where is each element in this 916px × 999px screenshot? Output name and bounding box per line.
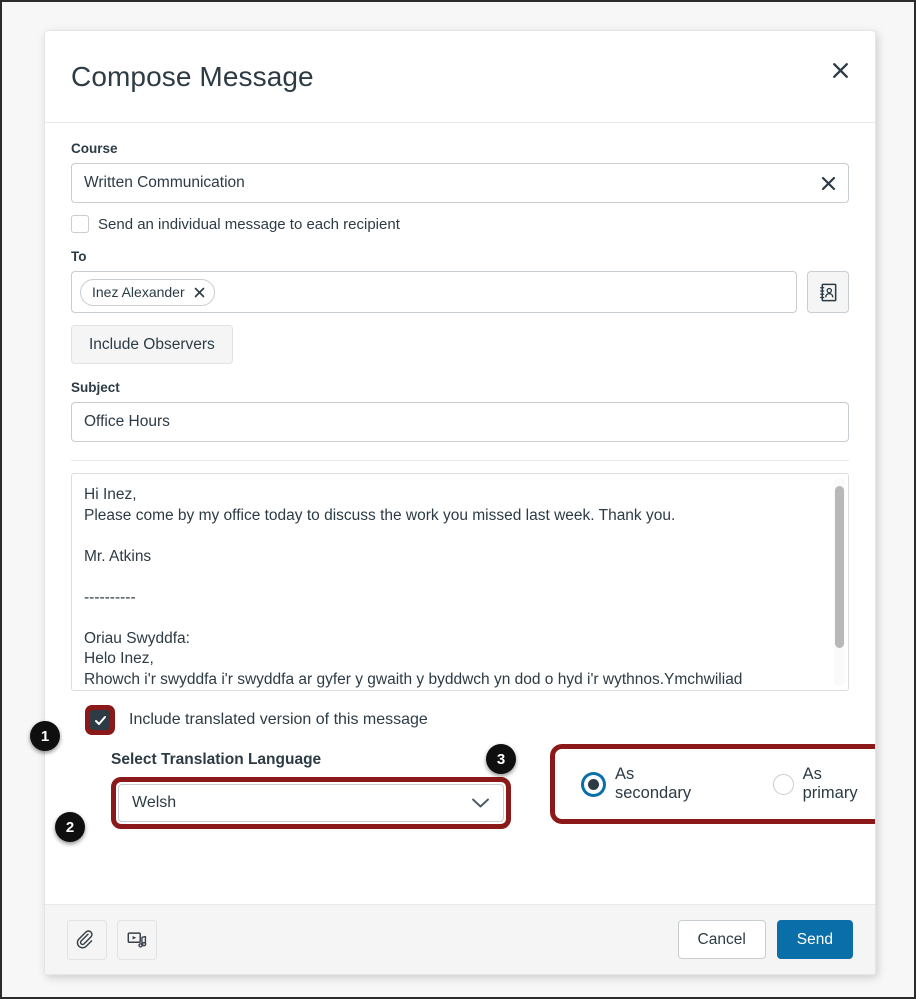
include-observers-button[interactable]: Include Observers (71, 325, 233, 364)
message-body-box: Hi Inez, Please come by my office today … (71, 473, 849, 691)
chevron-down-icon (471, 797, 490, 809)
attachment-button[interactable] (67, 919, 107, 960)
compose-message-modal: Compose Message Course Written Communica… (44, 30, 876, 975)
scrollbar-thumb[interactable] (835, 486, 844, 648)
annotation-badge-1: 1 (30, 721, 60, 751)
individual-message-row[interactable]: Send an individual message to each recip… (71, 215, 849, 233)
radio-unselected-indicator[interactable] (772, 773, 794, 795)
translation-section: Include translated version of this messa… (45, 691, 875, 904)
page-background: Compose Message Course Written Communica… (2, 2, 914, 997)
to-input[interactable]: Inez Alexander (71, 271, 797, 313)
include-translation-highlight (85, 705, 115, 735)
annotation-badge-3: 3 (486, 744, 516, 774)
radio-inner (584, 774, 603, 794)
message-body-textarea[interactable]: Hi Inez, Please come by my office today … (72, 474, 848, 690)
screenshot-frame: Compose Message Course Written Communica… (0, 0, 916, 999)
page-title: Compose Message (71, 60, 314, 92)
check-icon (94, 715, 106, 725)
recipient-name: Inez Alexander (92, 284, 185, 300)
subject-label: Subject (71, 380, 120, 395)
media-comment-icon (127, 931, 147, 948)
close-button[interactable] (823, 53, 857, 87)
modal-body: Course Written Communication Send an ind… (45, 123, 875, 904)
modal-header: Compose Message (45, 31, 875, 123)
course-clear-button[interactable] (817, 172, 839, 194)
to-row: Inez Alexander (71, 271, 849, 313)
cancel-button[interactable]: Cancel (677, 920, 766, 959)
close-icon (832, 62, 848, 78)
radio-as-primary-label: As primary (802, 765, 858, 802)
address-book-icon (819, 283, 836, 301)
annotation-badge-2: 2 (55, 812, 85, 842)
language-block: Select Translation Language Welsh (111, 751, 511, 829)
course-input-wrap: Written Communication (71, 163, 849, 203)
recipient-pill[interactable]: Inez Alexander (80, 278, 215, 306)
subject-input[interactable]: Office Hours (71, 402, 849, 442)
paperclip-icon (76, 929, 93, 948)
close-icon (194, 287, 204, 297)
individual-message-checkbox[interactable] (71, 215, 89, 233)
close-icon (821, 176, 835, 190)
modal-footer: Cancel Send (45, 904, 875, 974)
message-body-wrap: Hi Inez, Please come by my office today … (45, 461, 875, 691)
message-body-scrollbar[interactable] (834, 478, 845, 686)
form-section: Course Written Communication Send an ind… (45, 123, 875, 461)
address-book-button[interactable] (807, 271, 849, 313)
placement-highlight: As secondary As primary (550, 744, 875, 824)
send-button[interactable]: Send (776, 920, 853, 959)
include-translation-row[interactable]: Include translated version of this messa… (85, 703, 849, 737)
translation-language-label: Select Translation Language (111, 751, 322, 768)
recipient-remove-button[interactable] (194, 287, 205, 298)
include-translation-label: Include translated version of this messa… (129, 711, 428, 728)
translation-language-select[interactable]: Welsh (118, 784, 504, 822)
language-select-highlight: Welsh (111, 777, 511, 829)
radio-dot (588, 778, 599, 790)
media-comment-button[interactable] (117, 919, 157, 960)
to-label: To (71, 249, 87, 264)
course-label: Course (71, 141, 118, 156)
placement-radio-group: As secondary As primary (559, 753, 875, 815)
radio-as-primary[interactable]: As primary (772, 765, 875, 803)
radio-selected-indicator[interactable] (581, 771, 606, 797)
individual-message-label: Send an individual message to each recip… (98, 215, 400, 233)
radio-as-secondary[interactable]: As secondary (581, 765, 710, 803)
course-input[interactable]: Written Communication (71, 163, 849, 203)
radio-as-secondary-label: As secondary (615, 765, 692, 802)
include-translation-checkbox[interactable] (90, 710, 110, 730)
translation-language-value: Welsh (132, 794, 177, 811)
